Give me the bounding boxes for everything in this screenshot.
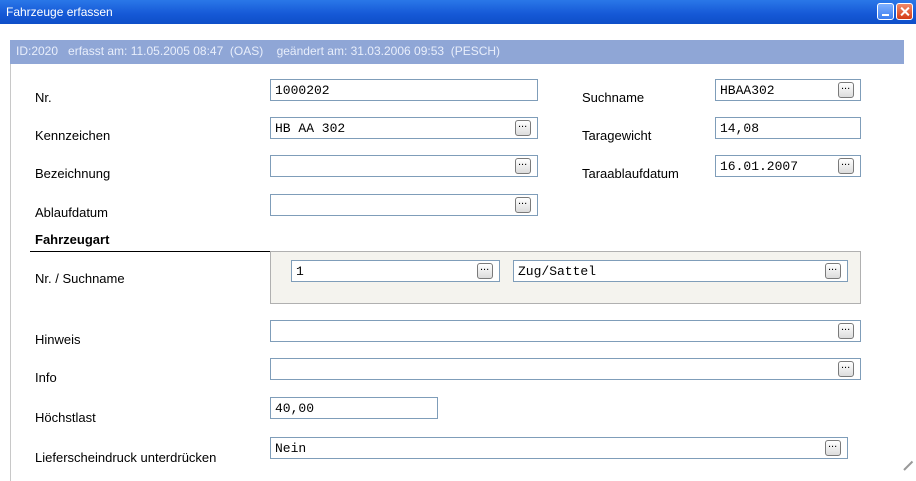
hinweis-label: Hinweis xyxy=(35,332,81,347)
window-titlebar: Fahrzeuge erfassen xyxy=(0,0,916,24)
close-button[interactable] xyxy=(896,3,913,20)
kennzeichen-field[interactable]: HB AA 302 xyxy=(270,117,538,139)
minimize-button[interactable] xyxy=(877,3,894,20)
lieferschein-label: Lieferscheindruck unterdrücken xyxy=(35,450,217,465)
fahrzeugart-nr-field[interactable]: 1 xyxy=(291,260,500,282)
info-label: Info xyxy=(35,370,57,385)
hoechstlast-label: Höchstlast xyxy=(35,410,96,425)
lieferschein-lookup-button[interactable] xyxy=(825,438,841,456)
section-divider xyxy=(30,251,270,252)
bezeichnung-field[interactable] xyxy=(270,155,538,177)
kennzeichen-lookup-button[interactable] xyxy=(515,118,531,136)
fahrzeugart-nr-lookup-button[interactable] xyxy=(477,261,493,279)
fahrzeugart-suchname-value: Zug/Sattel xyxy=(518,264,597,279)
bezeichnung-label: Bezeichnung xyxy=(35,166,111,181)
suchname-lookup-button[interactable] xyxy=(838,80,854,98)
ablaufdatum-picker-button[interactable] xyxy=(515,195,531,213)
hoechstlast-value: 40,00 xyxy=(275,401,315,416)
frame-border xyxy=(10,64,11,481)
taragewicht-field[interactable]: 14,08 xyxy=(715,117,861,139)
suchname-value: HBAA302 xyxy=(720,83,775,98)
taragewicht-label: Taragewicht xyxy=(582,128,652,143)
fahrzeugart-section-title: Fahrzeugart xyxy=(35,232,110,247)
fahrzeugart-suchname-field[interactable]: Zug/Sattel xyxy=(513,260,848,282)
nr-value: 1000202 xyxy=(275,83,330,98)
fahrzeugart-label: Nr. / Suchname xyxy=(35,271,125,286)
nr-field[interactable]: 1000202 xyxy=(270,79,538,101)
suchname-field[interactable]: HBAA302 xyxy=(715,79,861,101)
bezeichnung-lookup-button[interactable] xyxy=(515,156,531,174)
record-info-bar: ID:2020 erfasst am: 11.05.2005 08:47 (OA… xyxy=(10,40,904,64)
ablaufdatum-label: Ablaufdatum xyxy=(35,205,108,220)
resize-grip-icon[interactable] xyxy=(900,465,914,479)
ablaufdatum-field[interactable] xyxy=(270,194,538,216)
fahrzeugart-suchname-lookup-button[interactable] xyxy=(825,261,841,279)
lieferschein-value: Nein xyxy=(275,441,307,456)
record-info-text: ID:2020 erfasst am: 11.05.2005 08:47 (OA… xyxy=(16,44,501,58)
window-title: Fahrzeuge erfassen xyxy=(6,5,113,19)
hoechstlast-field[interactable]: 40,00 xyxy=(270,397,438,419)
nr-label: Nr. xyxy=(35,90,52,105)
taraablaufdatum-label: Taraablaufdatum xyxy=(582,166,679,181)
kennzeichen-value: HB AA 302 xyxy=(275,121,346,136)
kennzeichen-label: Kennzeichen xyxy=(35,128,111,143)
taragewicht-value: 14,08 xyxy=(720,121,760,136)
taraablaufdatum-picker-button[interactable] xyxy=(838,156,854,174)
hinweis-field[interactable] xyxy=(270,320,861,342)
taraablaufdatum-value: 16.01.2007 xyxy=(720,159,799,174)
lieferschein-select[interactable]: Nein xyxy=(270,437,848,459)
taraablaufdatum-field[interactable]: 16.01.2007 xyxy=(715,155,861,177)
suchname-label: Suchname xyxy=(582,90,645,105)
info-lookup-button[interactable] xyxy=(838,359,854,377)
info-field[interactable] xyxy=(270,358,861,380)
fahrzeugart-nr-value: 1 xyxy=(296,264,304,279)
hinweis-lookup-button[interactable] xyxy=(838,321,854,339)
